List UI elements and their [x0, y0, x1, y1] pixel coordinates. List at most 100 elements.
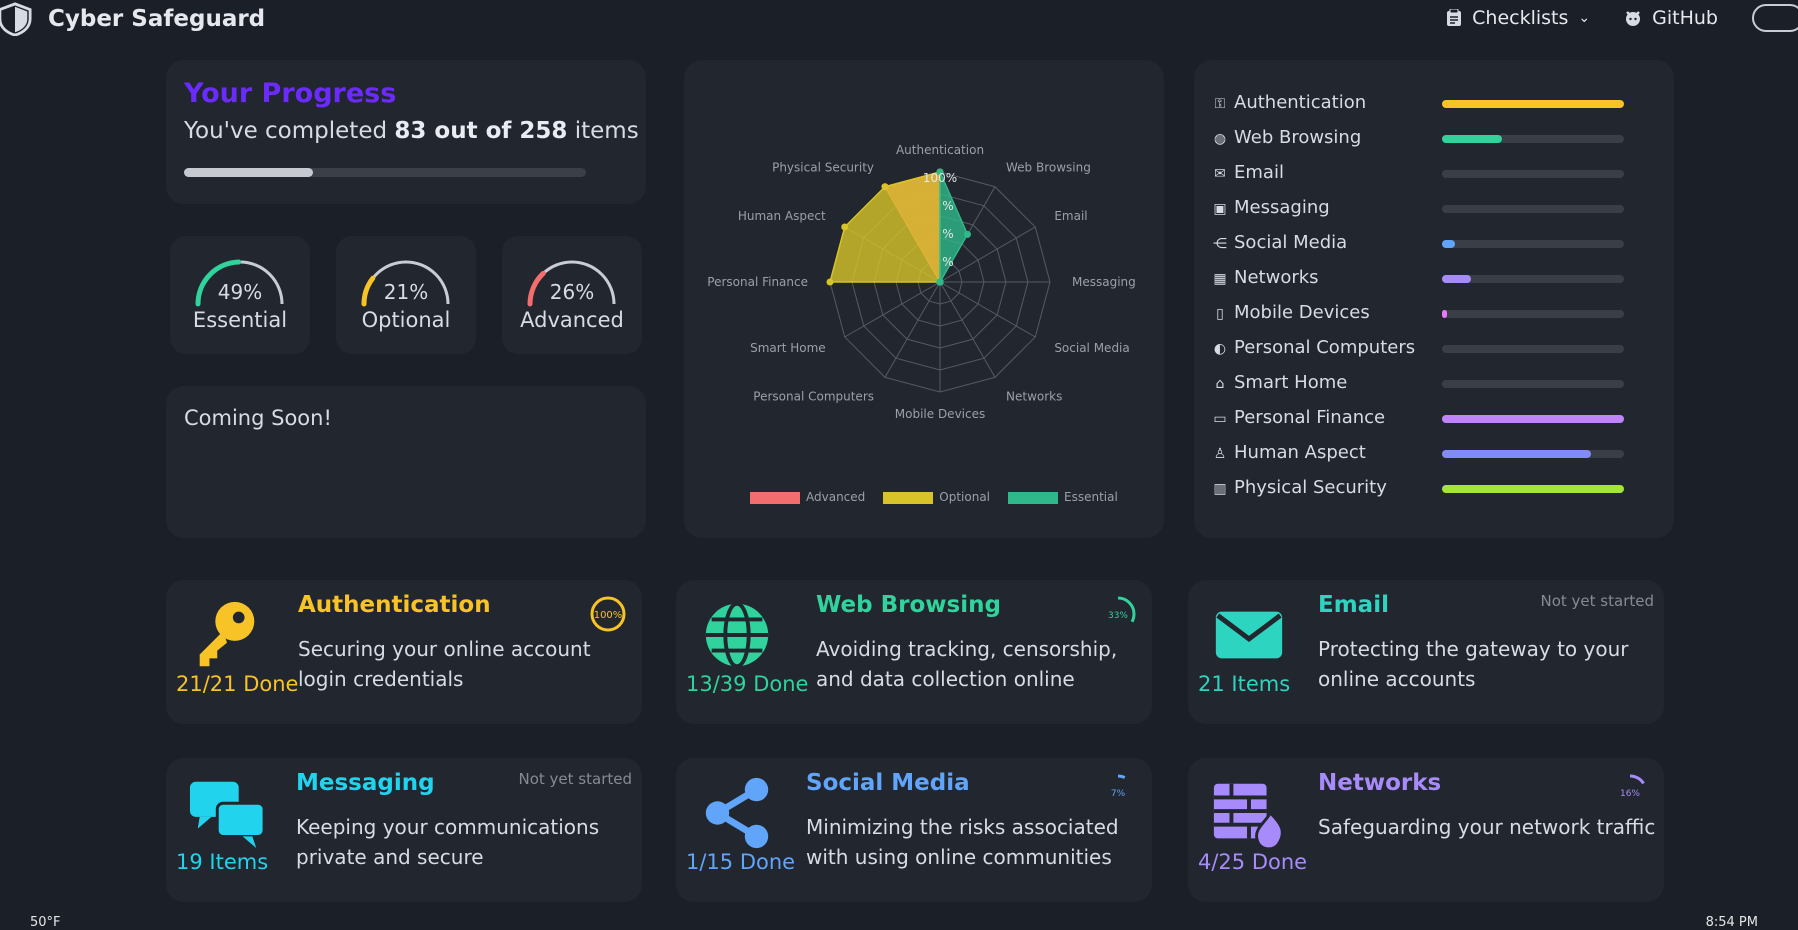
radar-point	[964, 230, 971, 238]
category-progress-fill	[1442, 415, 1624, 423]
chat-icon	[188, 774, 266, 852]
top-nav-bar: Cyber Safeguard Checklists ⌄ GitHub	[0, 0, 1798, 36]
radar-axis-label: Smart Home	[750, 341, 826, 355]
category-row[interactable]: ⌂ Smart Home	[1212, 370, 1624, 400]
category-progress-fill	[1442, 100, 1624, 108]
category-name: Human Aspect	[1234, 442, 1366, 463]
category-row[interactable]: ▦ Networks	[1212, 265, 1624, 295]
tile-progress-ring: 33%	[1100, 596, 1136, 632]
legend-item[interactable]: Advanced	[750, 490, 865, 504]
category-row[interactable]: ⋲ Social Media	[1212, 230, 1624, 260]
tile-progress-ring: 100%	[590, 596, 626, 632]
category-progress-bar	[1442, 345, 1624, 353]
theme-toggle[interactable]	[1752, 4, 1798, 32]
category-tile-web-browsing[interactable]: 13/39 Done Web Browsing Avoiding trackin…	[676, 580, 1152, 724]
category-progress-bar	[1442, 415, 1624, 423]
category-row[interactable]: ▭ Personal Finance	[1212, 405, 1624, 435]
category-row[interactable]: ▣ Messaging	[1212, 195, 1624, 225]
radar-point-label: %	[942, 255, 953, 269]
tile-ring-label: 33%	[1108, 611, 1128, 621]
category-name: Personal Finance	[1234, 407, 1386, 428]
radar-axis-label: Human Aspect	[738, 209, 826, 223]
radar-axis-label: Physical Security	[772, 161, 874, 175]
category-name: Physical Security	[1234, 477, 1387, 498]
gauge-label: Essential	[192, 308, 288, 332]
github-link[interactable]: GitHub	[1624, 7, 1718, 29]
radar-chart-card: 100%%%% Authentication Web Browsing Email Me…	[684, 60, 1164, 538]
category-tile-authentication[interactable]: 21/21 Done Authentication Securing your …	[166, 580, 642, 724]
clipboard-icon	[1447, 9, 1462, 26]
key-icon: ⚿	[1214, 96, 1226, 112]
weather-text: 50°F	[30, 915, 61, 930]
category-name: Smart Home	[1234, 372, 1348, 393]
category-row[interactable]: ▯ Mobile Devices	[1212, 300, 1624, 330]
globe-icon	[698, 596, 776, 674]
envelope-icon	[1210, 596, 1288, 674]
category-tile-social-media[interactable]: 1/15 Done Social Media Minimizing the ri…	[676, 758, 1152, 902]
category-progress-bar	[1442, 170, 1624, 178]
tile-count: 4/25 Done	[1198, 850, 1308, 874]
legend-item[interactable]: Optional	[883, 490, 990, 504]
tile-ring-label: 16%	[1620, 789, 1640, 799]
gauge-label: Advanced	[520, 308, 624, 332]
tile-title: Social Media	[806, 770, 970, 796]
gauge-value: 21%	[383, 280, 429, 304]
category-progress-bar	[1442, 275, 1624, 283]
category-progress-fill	[1442, 135, 1503, 143]
category-tile-networks[interactable]: 4/25 Done Networks Safeguarding your net…	[1188, 758, 1664, 902]
tile-ring-label: 7%	[1111, 789, 1126, 799]
os-taskbar: 50°F 8:54 PM	[0, 915, 1798, 930]
category-name: Social Media	[1234, 232, 1348, 253]
radar-point	[936, 278, 944, 286]
gauge-essential: 49% Essential	[170, 236, 310, 354]
gauge-optional: 21% Optional	[336, 236, 476, 354]
tile-title: Email	[1318, 592, 1389, 618]
legend-item[interactable]: Essential	[1008, 490, 1118, 504]
category-name: Mobile Devices	[1234, 302, 1370, 323]
github-icon	[1626, 11, 1641, 26]
tile-title: Authentication	[298, 592, 491, 618]
category-row[interactable]: ▥ Physical Security	[1212, 475, 1624, 505]
category-progress-bar	[1442, 100, 1624, 108]
category-tile-email[interactable]: 21 Items Email Protecting the gateway to…	[1188, 580, 1664, 724]
tile-count: 13/39 Done	[686, 672, 809, 696]
legend-label: Optional	[939, 490, 991, 504]
category-name: Email	[1234, 162, 1284, 183]
brand-name: Cyber Safeguard	[48, 6, 266, 32]
gauge-value: 26%	[549, 280, 595, 304]
tile-title: Networks	[1318, 770, 1442, 796]
radar-axis-label: Social Media	[1054, 341, 1129, 355]
category-row[interactable]: ♙ Human Aspect	[1212, 440, 1624, 470]
legend-swatch	[883, 491, 934, 504]
category-name: Networks	[1234, 267, 1319, 288]
category-progress-bar	[1442, 240, 1624, 248]
category-progress-bar	[1442, 380, 1624, 388]
category-name: Messaging	[1234, 197, 1330, 218]
gauge-label: Optional	[361, 308, 451, 332]
firewall-icon: ▦	[1213, 271, 1227, 287]
chevron-down-icon: ⌄	[1578, 10, 1591, 26]
category-tile-messaging[interactable]: 19 Items Messaging Keeping your communic…	[166, 758, 642, 902]
radar-axis-label: Personal Computers	[753, 389, 874, 403]
tile-title: Messaging	[296, 770, 435, 796]
category-row[interactable]: ◐ Personal Computers	[1212, 335, 1624, 365]
category-progress-bar	[1442, 450, 1624, 458]
building-icon: ▥	[1213, 481, 1227, 497]
checklists-menu[interactable]: Checklists ⌄	[1446, 7, 1590, 29]
envelope-icon: ✉	[1214, 166, 1226, 182]
brand[interactable]: Cyber Safeguard	[0, 2, 265, 36]
radar-point-label: %	[942, 199, 953, 213]
category-progress-fill	[1442, 275, 1472, 283]
tile-description: Avoiding tracking, censorship, and data …	[816, 637, 1118, 691]
key-icon	[188, 596, 266, 674]
category-row[interactable]: ✉ Email	[1212, 160, 1624, 190]
category-row[interactable]: ◍ Web Browsing	[1212, 125, 1624, 155]
person-icon: ♙	[1213, 446, 1227, 462]
category-progress-fill	[1442, 485, 1624, 493]
progress-bar	[184, 168, 586, 177]
card-icon: ▭	[1213, 411, 1227, 427]
tile-description: Safeguarding your network traffic	[1318, 815, 1656, 839]
category-row[interactable]: ⚿ Authentication	[1212, 90, 1624, 120]
checklists-label: Checklists	[1472, 7, 1569, 29]
category-name: Personal Computers	[1234, 337, 1416, 358]
